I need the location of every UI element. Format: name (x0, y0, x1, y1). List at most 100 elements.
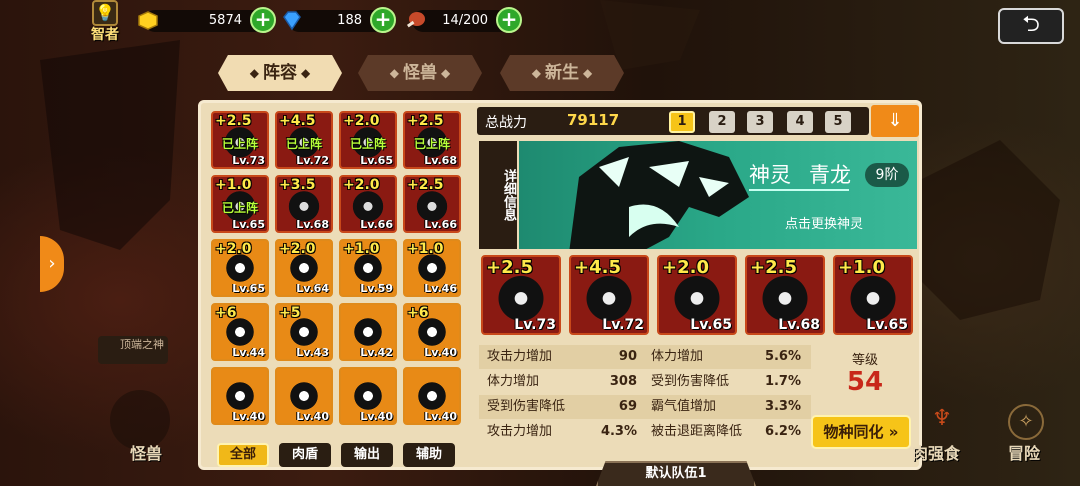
monster-card[interactable]: Lv.40 (211, 367, 269, 425)
nav-adventure[interactable]: 冒险 (1008, 440, 1040, 464)
monster-card[interactable]: +4.5 已上阵 Lv.72 (275, 111, 333, 169)
monster-card[interactable]: Lv.40 (275, 367, 333, 425)
team-slot-5[interactable]: 5 (825, 111, 851, 133)
team-member-card[interactable]: +2.0 Lv.65 (657, 255, 737, 335)
rank-badge[interactable]: 💡 智者 (86, 0, 124, 44)
stat-value: 4.3% (600, 424, 637, 439)
add-stamina-button[interactable]: + (496, 7, 522, 33)
claw-icon[interactable]: ♆ (926, 406, 958, 438)
tab-rebirth[interactable]: ◆ 新生 ◆ (500, 55, 624, 91)
level-label: Lv.68 (778, 317, 820, 333)
monster-card[interactable]: +6 Lv.44 (211, 303, 269, 361)
stat-value: 69 (618, 399, 637, 414)
compass-icon[interactable]: ✧ (1008, 404, 1044, 440)
team-slot-2[interactable]: 2 (709, 111, 735, 133)
stat-value: 6.2% (764, 424, 801, 439)
detail-info-button[interactable]: 详细信息 (479, 141, 517, 249)
on-team-label: 已上阵 (349, 137, 386, 151)
filter-all-button[interactable]: 全部 (217, 443, 269, 467)
monster-card[interactable]: +2.5 已上阵 Lv.73 (211, 111, 269, 169)
star-bonus: +1.0 (407, 241, 444, 257)
stat-label: 霸气值增加 (651, 399, 717, 414)
filter-tank-button[interactable]: 肉盾 (279, 443, 331, 467)
star-bonus: +1.0 (838, 257, 885, 278)
monster-card[interactable]: +3.5 Lv.68 (275, 175, 333, 233)
swap-lineup-button[interactable]: ⇓ (871, 105, 919, 137)
star-bonus: +2.5 (750, 257, 797, 278)
rank-label: 智者 (91, 27, 119, 43)
stat-label: 受到伤害降低 (487, 399, 566, 414)
team-member-card[interactable]: +4.5 Lv.72 (569, 255, 649, 335)
stat-item: 受到伤害降低 69 (487, 395, 637, 419)
back-button[interactable]: ⮌ (998, 8, 1064, 44)
star-bonus: +4.5 (574, 257, 621, 278)
filter-support-button[interactable]: 辅助 (403, 443, 455, 467)
level-label: Lv.73 (232, 154, 265, 167)
monster-card[interactable]: +2.5 Lv.66 (403, 175, 461, 233)
monster-card[interactable]: +6 Lv.40 (403, 303, 461, 361)
back-arrow-icon: ⮌ (1022, 12, 1040, 37)
stat-value: 1.7% (764, 374, 801, 389)
team-slot-4[interactable]: 4 (787, 111, 813, 133)
monster-card[interactable]: +1.0 Lv.59 (339, 239, 397, 297)
stat-label: 攻击力增加 (487, 424, 553, 439)
team-member-card[interactable]: +2.5 Lv.73 (481, 255, 561, 335)
on-team-label: 已上阵 (221, 201, 258, 215)
star-bonus: +2.0 (343, 177, 380, 193)
diamond-decor-icon: ◆ (249, 66, 259, 80)
level-label: Lv.73 (514, 317, 556, 333)
star-bonus: +2.0 (662, 257, 709, 278)
stat-item: 攻击力增加 4.3% (487, 420, 637, 444)
level-label: Lv.65 (232, 218, 265, 231)
nav-enhance[interactable]: 肉强食 (912, 440, 960, 464)
name-underline (749, 189, 849, 191)
power-value: 79117 (567, 111, 620, 129)
species-sync-button[interactable]: 物种同化 » (811, 415, 911, 449)
monster-card[interactable]: Lv.40 (403, 367, 461, 425)
on-team-label: 已上阵 (285, 137, 322, 151)
monster-card[interactable]: Lv.42 (339, 303, 397, 361)
monster-card[interactable]: +5 Lv.43 (275, 303, 333, 361)
tab-lineup[interactable]: ◆ 阵容 ◆ (218, 55, 342, 91)
stat-value: 308 (609, 374, 637, 389)
monster-card[interactable]: +2.0 已上阵 Lv.65 (339, 111, 397, 169)
monster-card[interactable]: +1.0 已上阵 Lv.65 (211, 175, 269, 233)
monster-card[interactable]: +2.0 Lv.65 (211, 239, 269, 297)
filter-dps-button[interactable]: 输出 (341, 443, 393, 467)
level-label: Lv.46 (424, 282, 457, 295)
gold-icon (138, 11, 158, 30)
stat-item: 受到伤害降低 1.7% (651, 370, 801, 394)
team-slot-3[interactable]: 3 (747, 111, 773, 133)
team-member-card[interactable]: +2.5 Lv.68 (745, 255, 825, 335)
level-label: Lv.65 (232, 282, 265, 295)
spirit-banner[interactable]: 神灵 青龙 9阶 点击更换神灵 (519, 141, 917, 249)
gem-counter: 188 + (283, 7, 396, 33)
monster-card[interactable]: +2.0 Lv.64 (275, 239, 333, 297)
tab-monster[interactable]: ◆ 怪兽 ◆ (358, 55, 482, 91)
star-bonus: +1.0 (215, 177, 252, 193)
title-tag: 顶端之神 (98, 336, 168, 364)
diamond-decor-icon: ◆ (389, 66, 399, 80)
add-gems-button[interactable]: + (370, 7, 396, 33)
monster-card[interactable]: +2.5 已上阵 Lv.68 (403, 111, 461, 169)
diamond-decor-icon: ◆ (531, 66, 541, 80)
diamond-decor-icon: ◆ (441, 66, 451, 80)
monster-card[interactable]: Lv.40 (339, 367, 397, 425)
add-gold-button[interactable]: + (250, 7, 276, 33)
diamond-decor-icon: ◆ (301, 66, 311, 80)
level-label: Lv.40 (424, 410, 457, 423)
stat-label: 受到伤害降低 (651, 374, 730, 389)
level-label: Lv.72 (602, 317, 644, 333)
team-slot-1[interactable]: 1 (669, 111, 695, 133)
monster-card[interactable]: +2.0 Lv.66 (339, 175, 397, 233)
gem-value: 188 (337, 13, 362, 28)
tab-label: 阵容 (263, 63, 297, 83)
team-stats: 攻击力增加 90 体力增加 5.6% 体力增加 308 受到伤害降低 1.7% 受到伤害… (479, 345, 811, 453)
team-name-tab[interactable]: 默认队伍1 (596, 461, 756, 486)
nav-monster[interactable]: 怪兽 (130, 440, 162, 464)
on-team-label: 已上阵 (221, 137, 258, 151)
team-member-card[interactable]: +1.0 Lv.65 (833, 255, 913, 335)
monster-card[interactable]: +1.0 Lv.46 (403, 239, 461, 297)
star-bonus: +6 (215, 305, 237, 321)
change-spirit-hint: 点击更换神灵 (785, 217, 864, 232)
